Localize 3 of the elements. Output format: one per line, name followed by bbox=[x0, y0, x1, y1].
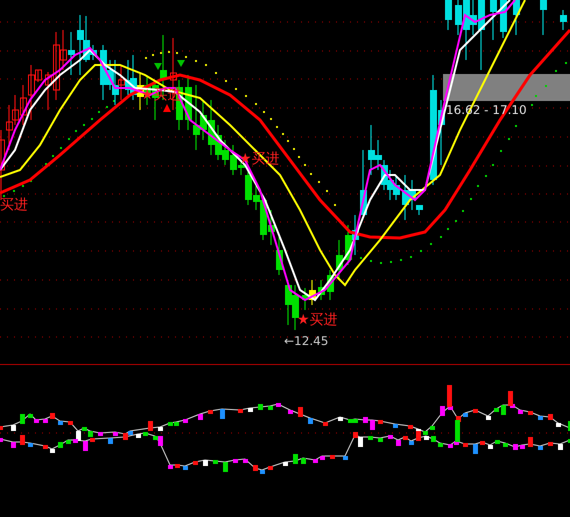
buy-signal-label: ★买进 bbox=[297, 313, 338, 327]
buy-signal-label: 买进 bbox=[0, 198, 28, 212]
low-price-label: ←12.45 bbox=[284, 335, 328, 347]
